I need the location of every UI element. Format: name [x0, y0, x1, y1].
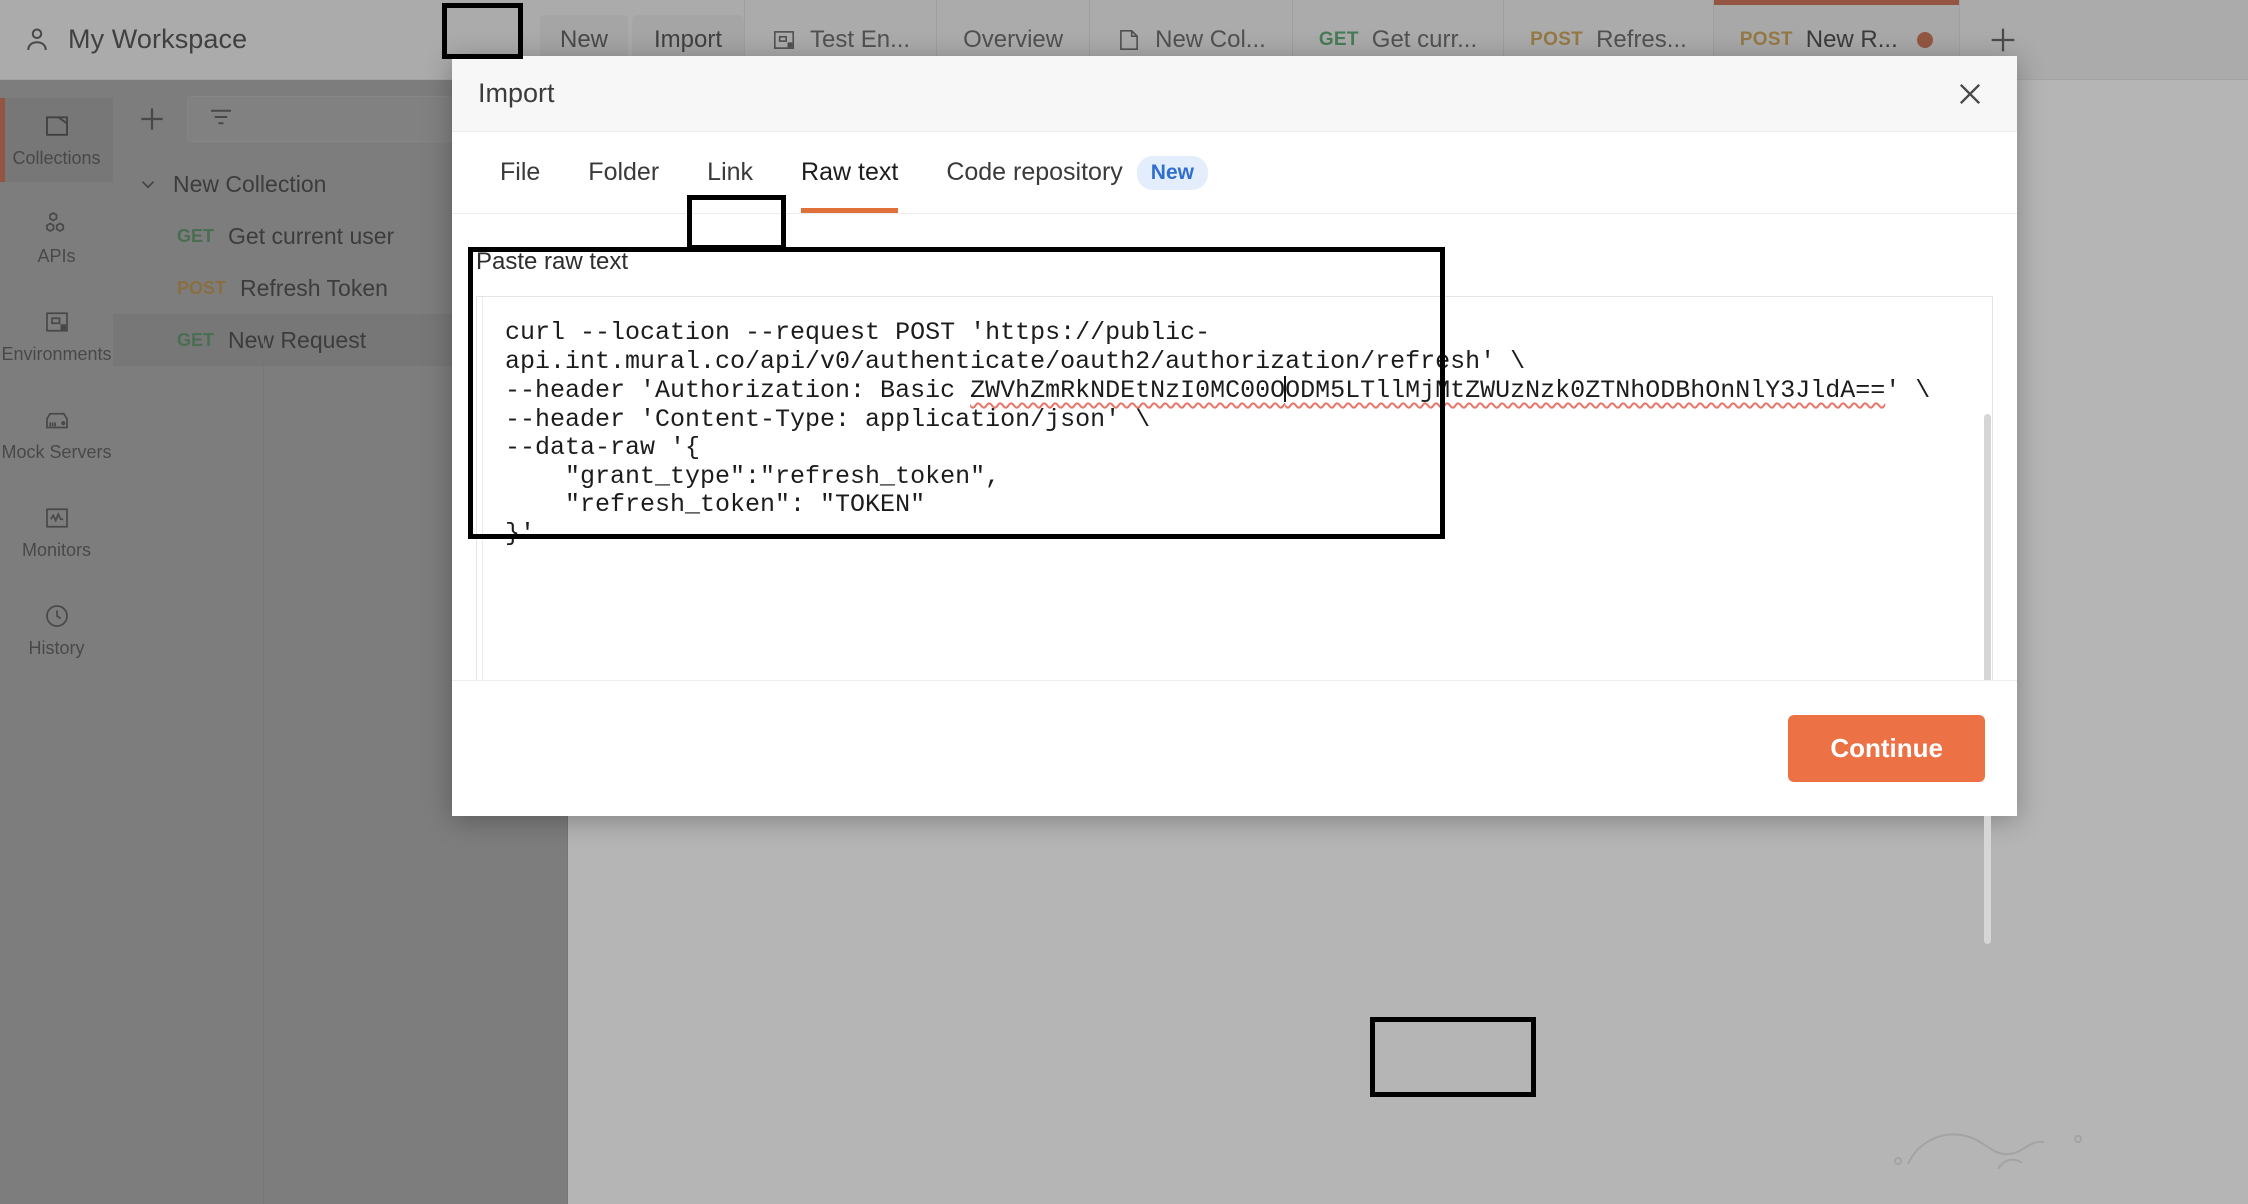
code-line-5: --data-raw '{	[505, 433, 701, 462]
auth-token-part-b: ODM5LTllMjMtZWUzNzk0ZTNhODBhOnNlY3JldA==	[1285, 376, 1886, 405]
new-badge: New	[1136, 155, 1208, 190]
modal-footer: Continue	[452, 680, 2017, 816]
code-line-4: --header 'Content-Type: application/json…	[505, 404, 1151, 434]
tab-folder[interactable]: Folder	[564, 132, 683, 213]
paste-raw-text-label: Paste raw text	[476, 248, 629, 275]
import-tab-list: File Folder Link Raw text Code repositor…	[452, 132, 2017, 214]
raw-text-content[interactable]: curl --location --request POST 'https://…	[483, 297, 1992, 715]
tab-code-repository[interactable]: Code repository New	[922, 132, 1232, 213]
tab-raw-text[interactable]: Raw text	[777, 132, 922, 213]
code-line-3-suffix: ' \	[1885, 376, 1931, 405]
continue-button[interactable]: Continue	[1788, 715, 1985, 782]
code-line-2: api.int.mural.co/api/v0/authenticate/oau…	[505, 346, 1526, 376]
close-icon[interactable]	[1953, 77, 1987, 111]
modal-title: Import	[478, 78, 555, 108]
tab-link[interactable]: Link	[683, 132, 777, 213]
tab-label: Link	[707, 158, 754, 186]
modal-scrollbar[interactable]	[1984, 414, 1991, 944]
tab-label: Raw text	[801, 158, 899, 186]
modal-header: Import	[452, 56, 2017, 132]
import-modal: Import File Folder Link Raw text Code re…	[452, 56, 2017, 944]
code-line-8: }'	[505, 518, 536, 548]
code-line-3-prefix: --header 'Authorization: Basic	[505, 376, 971, 405]
tab-file[interactable]: File	[476, 132, 564, 213]
code-line-6: "grant_type":"refresh_token",	[505, 461, 1001, 491]
tab-label: File	[500, 158, 541, 186]
code-line-1: curl --location --request POST 'https://…	[505, 318, 1211, 347]
modal-body: Paste raw text curl --location --request…	[452, 214, 2017, 944]
postman-app-window: My Workspace New Import Test En... Overv…	[0, 0, 2248, 1204]
active-tab-underline	[801, 208, 899, 213]
tab-label: Folder	[588, 158, 660, 186]
raw-text-editor[interactable]: curl --location --request POST 'https://…	[476, 296, 1993, 716]
tab-label: Code repository	[946, 158, 1123, 186]
code-line-7: "refresh_token": "TOKEN"	[505, 490, 926, 519]
auth-token-part-a: ZWVhZmRkNDEtNzI0MC00O	[970, 376, 1286, 405]
